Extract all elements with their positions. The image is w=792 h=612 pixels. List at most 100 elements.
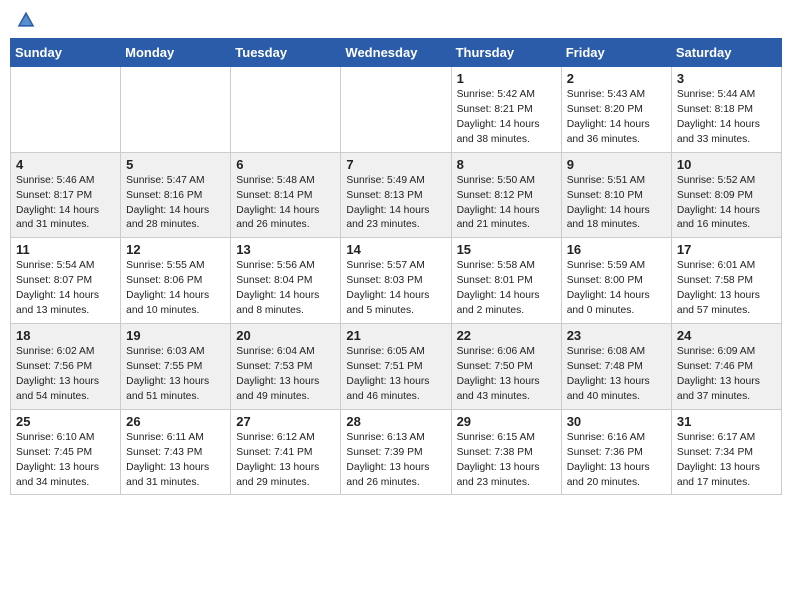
day-number: 15 (457, 242, 556, 257)
calendar-cell: 21 Sunrise: 6:05 AM Sunset: 7:51 PM Dayli… (341, 324, 451, 410)
day-number: 4 (16, 157, 115, 172)
day-number: 22 (457, 328, 556, 343)
day-detail: Sunrise: 5:48 AM Sunset: 8:14 PM Dayligh… (236, 174, 335, 234)
day-number: 6 (236, 157, 335, 172)
day-number: 27 (236, 414, 335, 429)
day-detail: Sunrise: 5:55 AM Sunset: 8:06 PM Dayligh… (126, 259, 225, 319)
calendar-cell: 17 Sunrise: 6:01 AM Sunset: 7:58 PM Dayli… (671, 238, 781, 324)
day-detail: Sunrise: 6:11 AM Sunset: 7:43 PM Dayligh… (126, 431, 225, 491)
day-number: 21 (346, 328, 445, 343)
calendar-cell: 25Sunrise: 6:10 AM Sunset: 7:45 PM Dayli… (11, 409, 121, 495)
day-detail: Sunrise: 5:54 AM Sunset: 8:07 PM Dayligh… (16, 259, 115, 319)
calendar-cell: 2 Sunrise: 5:43 AM Sunset: 8:20 PM Daylig… (561, 67, 671, 153)
calendar-cell: 31Sunrise: 6:17 AM Sunset: 7:34 PM Dayli… (671, 409, 781, 495)
day-number: 31 (677, 414, 776, 429)
day-detail: Sunrise: 6:09 AM Sunset: 7:46 PM Dayligh… (677, 345, 776, 405)
day-detail: Sunrise: 5:51 AM Sunset: 8:10 PM Dayligh… (567, 174, 666, 234)
calendar-week-row: 18 Sunrise: 6:02 AM Sunset: 7:56 PM Dayli… (11, 324, 782, 410)
day-of-week-header: Friday (561, 39, 671, 67)
day-of-week-header: Monday (121, 39, 231, 67)
day-number: 25 (16, 414, 115, 429)
day-of-week-header: Tuesday (231, 39, 341, 67)
calendar-cell (341, 67, 451, 153)
calendar-cell: 10 Sunrise: 5:52 AM Sunset: 8:09 PM Dayli… (671, 152, 781, 238)
day-number: 9 (567, 157, 666, 172)
day-detail: Sunrise: 5:49 AM Sunset: 8:13 PM Dayligh… (346, 174, 445, 234)
day-detail: Sunrise: 6:06 AM Sunset: 7:50 PM Dayligh… (457, 345, 556, 405)
calendar-cell: 13 Sunrise: 5:56 AM Sunset: 8:04 PM Dayli… (231, 238, 341, 324)
calendar-cell (121, 67, 231, 153)
calendar-cell: 14Sunrise: 5:57 AM Sunset: 8:03 PM Dayli… (341, 238, 451, 324)
day-detail: Sunrise: 6:12 AM Sunset: 7:41 PM Dayligh… (236, 431, 335, 491)
page-header (10, 10, 782, 30)
day-number: 18 (16, 328, 115, 343)
day-detail: Sunrise: 6:01 AM Sunset: 7:58 PM Dayligh… (677, 259, 776, 319)
calendar-cell: 27 Sunrise: 6:12 AM Sunset: 7:41 PM Dayli… (231, 409, 341, 495)
day-detail: Sunrise: 5:56 AM Sunset: 8:04 PM Dayligh… (236, 259, 335, 319)
day-detail: Sunrise: 6:04 AM Sunset: 7:53 PM Dayligh… (236, 345, 335, 405)
calendar-cell: 29Sunrise: 6:15 AM Sunset: 7:38 PM Dayli… (451, 409, 561, 495)
day-number: 13 (236, 242, 335, 257)
calendar-week-row: 25Sunrise: 6:10 AM Sunset: 7:45 PM Dayli… (11, 409, 782, 495)
day-number: 11 (16, 242, 115, 257)
day-detail: Sunrise: 6:08 AM Sunset: 7:48 PM Dayligh… (567, 345, 666, 405)
calendar-cell: 20 Sunrise: 6:04 AM Sunset: 7:53 PM Dayli… (231, 324, 341, 410)
day-number: 10 (677, 157, 776, 172)
day-detail: Sunrise: 5:46 AM Sunset: 8:17 PM Dayligh… (16, 174, 115, 234)
calendar-cell: 7 Sunrise: 5:49 AM Sunset: 8:13 PM Daylig… (341, 152, 451, 238)
calendar-cell: 23 Sunrise: 6:08 AM Sunset: 7:48 PM Dayli… (561, 324, 671, 410)
day-number: 24 (677, 328, 776, 343)
day-number: 7 (346, 157, 445, 172)
day-of-week-header: Sunday (11, 39, 121, 67)
calendar-cell: 6 Sunrise: 5:48 AM Sunset: 8:14 PM Daylig… (231, 152, 341, 238)
day-detail: Sunrise: 5:44 AM Sunset: 8:18 PM Dayligh… (677, 88, 776, 148)
calendar-header-row: SundayMondayTuesdayWednesdayThursdayFrid… (11, 39, 782, 67)
calendar-cell: 5Sunrise: 5:47 AM Sunset: 8:16 PM Daylig… (121, 152, 231, 238)
day-detail: Sunrise: 5:52 AM Sunset: 8:09 PM Dayligh… (677, 174, 776, 234)
day-number: 3 (677, 71, 776, 86)
day-detail: Sunrise: 5:47 AM Sunset: 8:16 PM Dayligh… (126, 174, 225, 234)
calendar-cell (11, 67, 121, 153)
day-detail: Sunrise: 6:05 AM Sunset: 7:51 PM Dayligh… (346, 345, 445, 405)
day-number: 8 (457, 157, 556, 172)
calendar-cell: 8 Sunrise: 5:50 AM Sunset: 8:12 PM Daylig… (451, 152, 561, 238)
day-number: 14 (346, 242, 445, 257)
calendar-cell: 9 Sunrise: 5:51 AM Sunset: 8:10 PM Daylig… (561, 152, 671, 238)
calendar-cell: 24 Sunrise: 6:09 AM Sunset: 7:46 PM Dayli… (671, 324, 781, 410)
day-detail: Sunrise: 6:02 AM Sunset: 7:56 PM Dayligh… (16, 345, 115, 405)
day-number: 23 (567, 328, 666, 343)
calendar-cell (231, 67, 341, 153)
calendar-cell: 19Sunrise: 6:03 AM Sunset: 7:55 PM Dayli… (121, 324, 231, 410)
logo-icon (16, 10, 36, 30)
day-of-week-header: Wednesday (341, 39, 451, 67)
calendar-cell: 18 Sunrise: 6:02 AM Sunset: 7:56 PM Dayli… (11, 324, 121, 410)
day-detail: Sunrise: 5:43 AM Sunset: 8:20 PM Dayligh… (567, 88, 666, 148)
calendar-cell: 28 Sunrise: 6:13 AM Sunset: 7:39 PM Dayli… (341, 409, 451, 495)
logo (14, 10, 36, 30)
calendar-cell: 4 Sunrise: 5:46 AM Sunset: 8:17 PM Daylig… (11, 152, 121, 238)
calendar-cell: 26 Sunrise: 6:11 AM Sunset: 7:43 PM Dayli… (121, 409, 231, 495)
day-number: 20 (236, 328, 335, 343)
day-number: 26 (126, 414, 225, 429)
day-number: 12 (126, 242, 225, 257)
day-detail: Sunrise: 6:13 AM Sunset: 7:39 PM Dayligh… (346, 431, 445, 491)
day-detail: Sunrise: 6:03 AM Sunset: 7:55 PM Dayligh… (126, 345, 225, 405)
day-of-week-header: Thursday (451, 39, 561, 67)
calendar-cell: 3 Sunrise: 5:44 AM Sunset: 8:18 PM Daylig… (671, 67, 781, 153)
calendar-cell: 30Sunrise: 6:16 AM Sunset: 7:36 PM Dayli… (561, 409, 671, 495)
day-number: 29 (457, 414, 556, 429)
calendar-cell: 15 Sunrise: 5:58 AM Sunset: 8:01 PM Dayli… (451, 238, 561, 324)
day-detail: Sunrise: 5:50 AM Sunset: 8:12 PM Dayligh… (457, 174, 556, 234)
calendar-cell: 16Sunrise: 5:59 AM Sunset: 8:00 PM Dayli… (561, 238, 671, 324)
day-number: 30 (567, 414, 666, 429)
day-detail: Sunrise: 5:58 AM Sunset: 8:01 PM Dayligh… (457, 259, 556, 319)
day-number: 1 (457, 71, 556, 86)
day-number: 28 (346, 414, 445, 429)
day-of-week-header: Saturday (671, 39, 781, 67)
day-number: 17 (677, 242, 776, 257)
calendar-cell: 11 Sunrise: 5:54 AM Sunset: 8:07 PM Dayli… (11, 238, 121, 324)
day-number: 2 (567, 71, 666, 86)
calendar-week-row: 11 Sunrise: 5:54 AM Sunset: 8:07 PM Dayli… (11, 238, 782, 324)
day-number: 16 (567, 242, 666, 257)
calendar-cell: 22 Sunrise: 6:06 AM Sunset: 7:50 PM Dayli… (451, 324, 561, 410)
